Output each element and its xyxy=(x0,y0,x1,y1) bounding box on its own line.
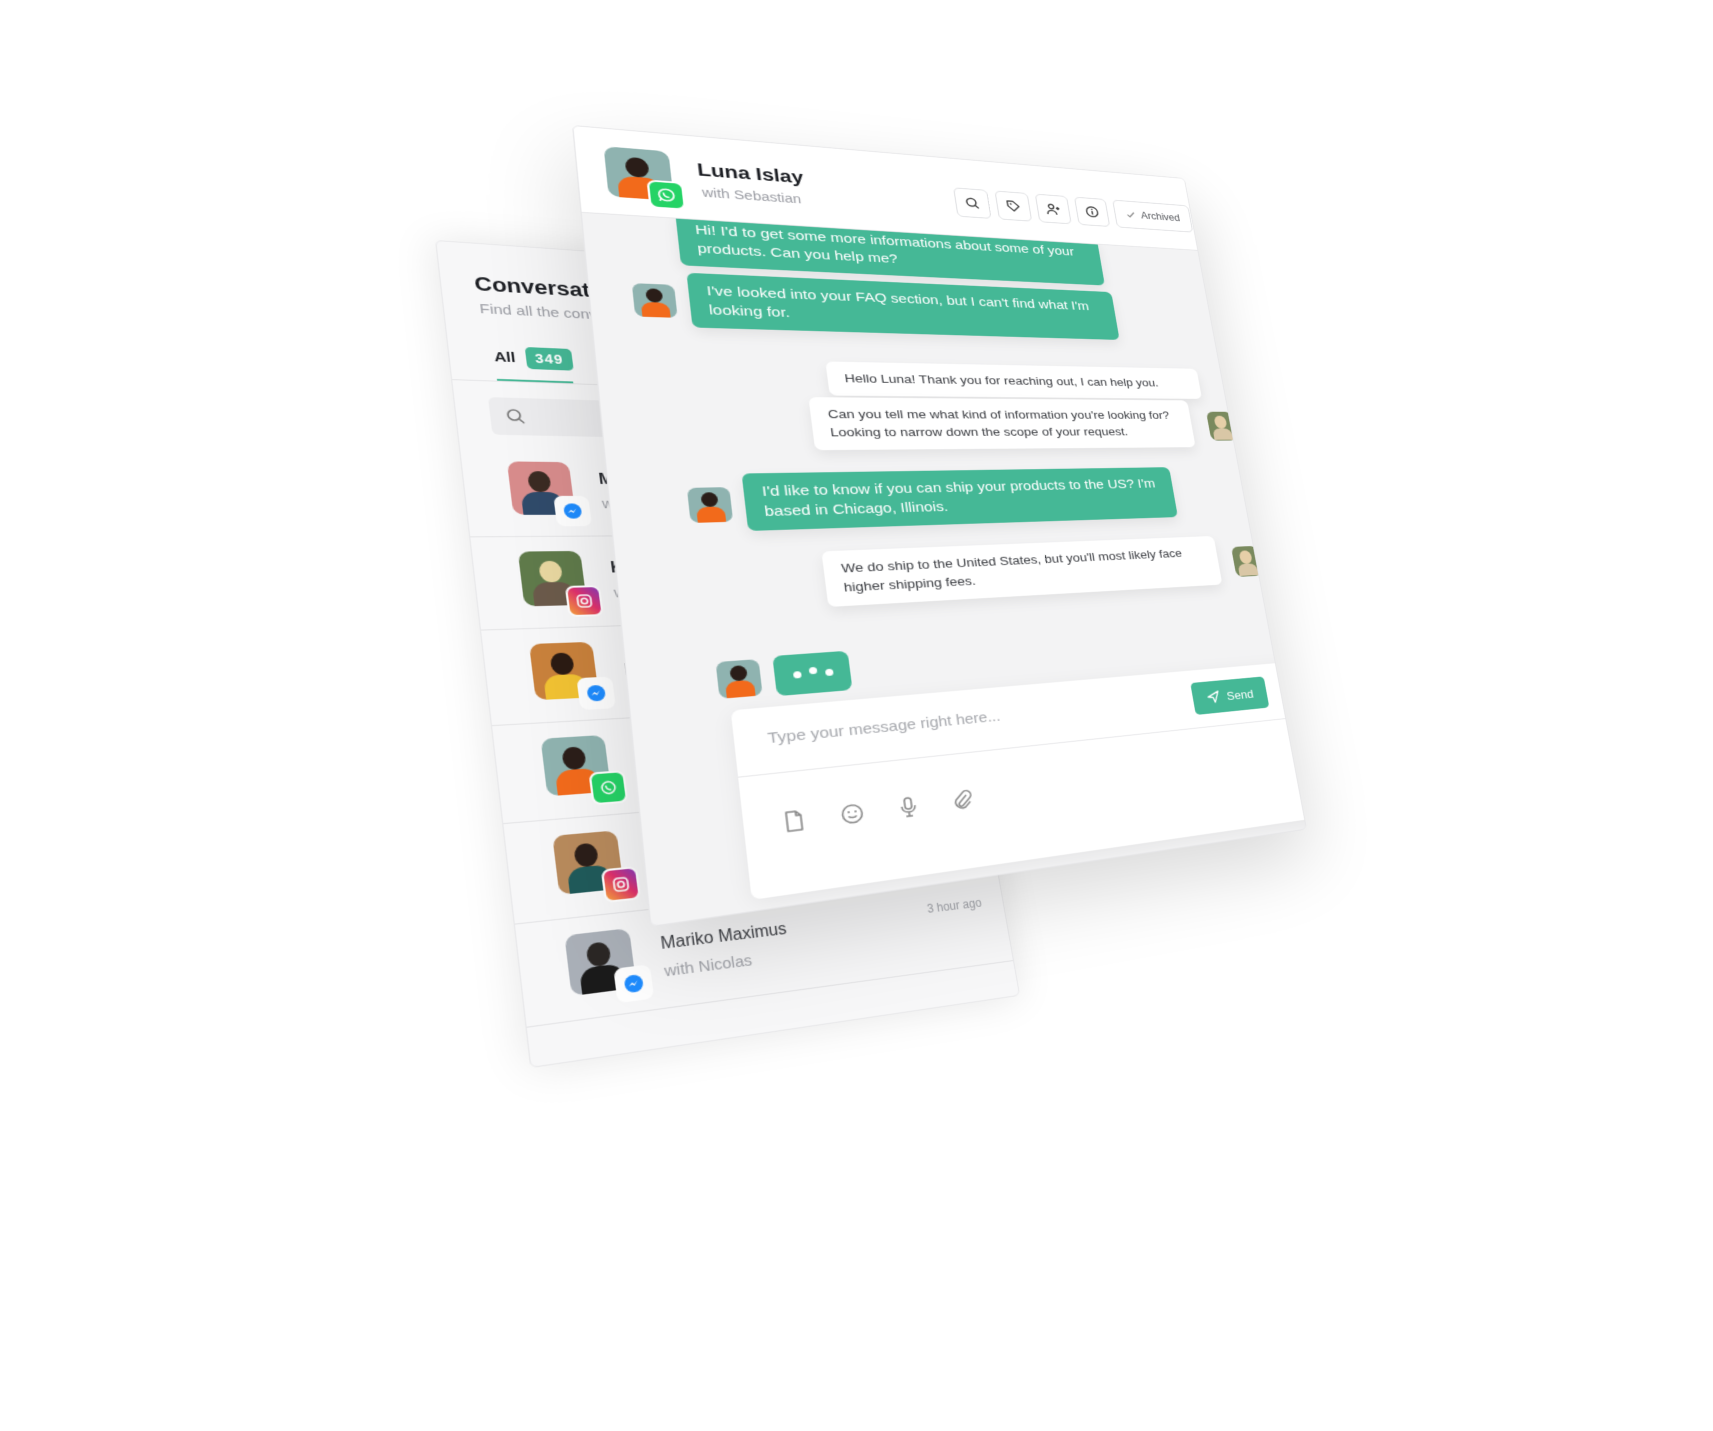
tab-all[interactable]: All 349 xyxy=(493,346,574,371)
info-icon xyxy=(1084,205,1100,218)
messenger-icon xyxy=(576,676,617,711)
customer-avatar xyxy=(715,659,763,699)
paperclip-icon[interactable] xyxy=(948,787,977,814)
composer-tools xyxy=(778,787,977,835)
tag-button[interactable] xyxy=(994,190,1033,222)
microphone-icon[interactable] xyxy=(894,793,924,820)
agent-avatar xyxy=(1206,411,1237,441)
tab-all-label: All xyxy=(493,348,517,366)
customer-message: I'd like to know if you can ship your pr… xyxy=(741,467,1178,531)
agent-message: We do ship to the United States, but you… xyxy=(821,535,1223,607)
conversation-with: with Nicolas xyxy=(663,951,754,981)
check-icon xyxy=(1125,210,1137,220)
add-user-button[interactable] xyxy=(1034,193,1072,225)
send-icon xyxy=(1206,690,1221,704)
customer-avatar xyxy=(686,487,734,523)
send-label: Send xyxy=(1225,686,1255,703)
typing-indicator xyxy=(772,650,853,697)
tag-icon xyxy=(1005,199,1022,213)
agent-message: Hello Luna! Thank you for reaching out, … xyxy=(825,361,1203,399)
file-icon[interactable] xyxy=(778,807,809,836)
search-button[interactable] xyxy=(953,187,992,219)
search-icon xyxy=(505,408,527,425)
messenger-icon xyxy=(613,964,655,1004)
conversation-time: 3 hour ago xyxy=(926,895,983,916)
instagram-icon xyxy=(564,585,604,618)
emoji-icon[interactable] xyxy=(837,800,868,828)
header-actions: Archived xyxy=(953,187,1193,233)
archived-button[interactable]: Archived xyxy=(1112,199,1193,233)
contact-subtitle: with Sebastian xyxy=(701,185,802,206)
customer-avatar xyxy=(631,283,678,318)
chat-panel: Luna Islay with Sebastian Archived Hi! I… xyxy=(572,125,1307,928)
messenger-icon xyxy=(553,495,593,527)
whatsapp-icon xyxy=(588,770,629,806)
typing-row xyxy=(715,650,853,701)
archived-label: Archived xyxy=(1140,210,1181,224)
message-composer: Type your message right here... Send xyxy=(730,658,1307,900)
search-icon xyxy=(964,196,981,210)
info-button[interactable] xyxy=(1073,196,1111,227)
count-badge: 349 xyxy=(524,346,574,371)
agent-avatar xyxy=(1231,545,1262,577)
add-user-icon xyxy=(1045,202,1061,216)
message-placeholder: Type your message right here... xyxy=(766,708,1002,748)
whatsapp-icon xyxy=(646,179,687,211)
agent-message: Can you tell me what kind of information… xyxy=(808,397,1196,451)
instagram-icon xyxy=(600,866,642,904)
contact-name: Luna Islay xyxy=(696,160,805,188)
conversation-name: Mariko Maximus xyxy=(659,920,788,954)
